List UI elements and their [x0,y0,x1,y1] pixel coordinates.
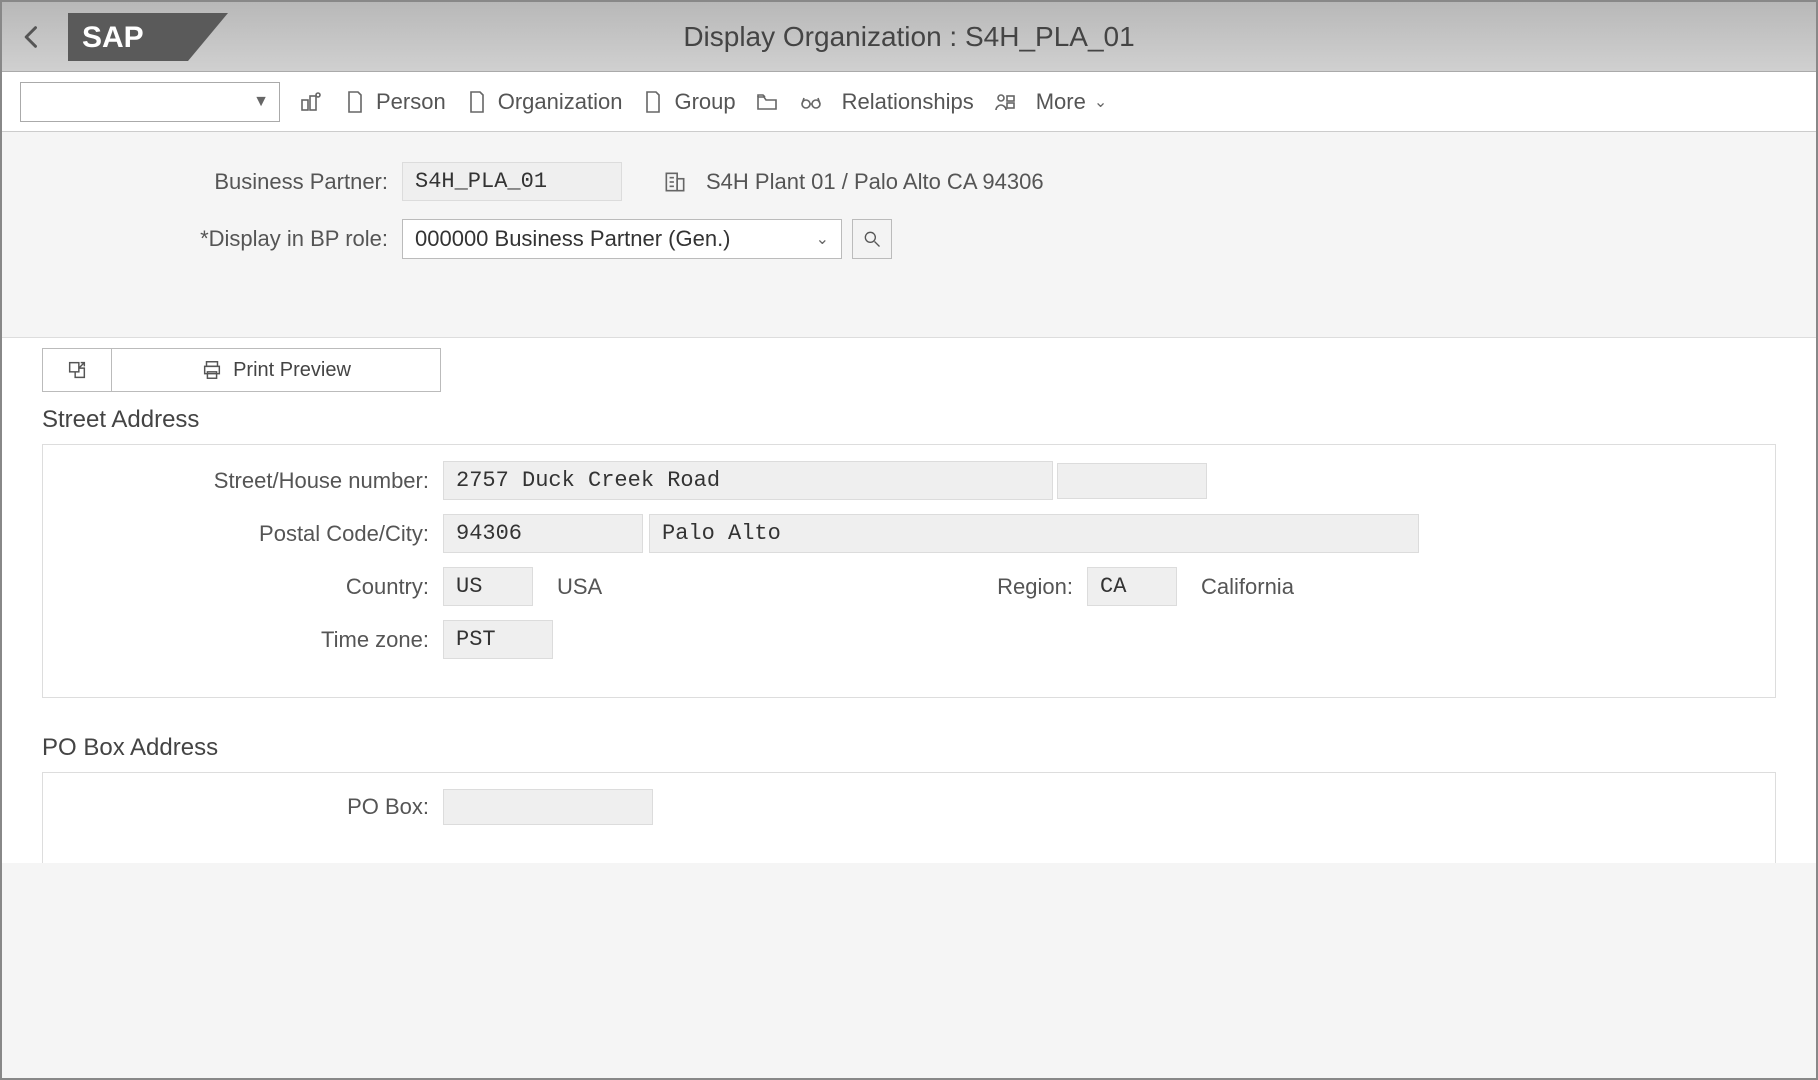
house-number-value [1057,463,1207,499]
person-label: Person [376,89,446,115]
organization-button[interactable]: Organization [464,89,623,115]
relationships-label: Relationships [842,89,974,115]
street-address-title: Street Address [2,398,1816,444]
check-button[interactable] [798,89,824,115]
toolbar: ▼ Person Organization Group [2,72,1816,132]
print-preview-button[interactable]: Print Preview [111,348,441,392]
country-name: USA [557,574,977,600]
postal-value: 94306 [443,514,643,553]
sap-logo: SAP [62,13,234,61]
page-icon [464,89,490,115]
pobox-label: PO Box: [63,794,443,820]
open-folder-icon [754,89,780,115]
region-name: California [1201,574,1294,600]
header-area: Business Partner: S4H_PLA_01 S4H Plant 0… [2,132,1816,338]
timezone-value: PST [443,620,553,659]
chevron-down-icon: ⌄ [1094,92,1107,112]
postal-row: Postal Code/City: 94306 Palo Alto [63,514,1755,553]
person-button[interactable]: Person [342,89,446,115]
bp-label: Business Partner: [42,169,402,195]
street-label: Street/House number: [63,468,443,494]
pobox-value [443,789,653,825]
org-icon [662,169,688,195]
bp-description: S4H Plant 01 / Palo Alto CA 94306 [706,169,1044,195]
back-button[interactable] [2,2,62,72]
timezone-label: Time zone: [63,627,443,653]
expand-button[interactable] [42,348,112,392]
region-code: CA [1087,567,1177,606]
role-value: 000000 Business Partner (Gen.) [415,226,731,252]
bp-value: S4H_PLA_01 [402,162,622,201]
city-value: Palo Alto [649,514,1419,553]
organization-label: Organization [498,89,623,115]
user-settings-icon [992,89,1018,115]
street-value: 2757 Duck Creek Road [443,461,1053,500]
role-select[interactable]: 000000 Business Partner (Gen.) ⌄ [402,219,842,259]
country-code: US [443,567,533,606]
page-icon [640,89,666,115]
locator-button[interactable] [298,89,324,115]
street-row: Street/House number: 2757 Duck Creek Roa… [63,461,1755,500]
timezone-row: Time zone: PST [63,620,1755,659]
pobox-title: PO Box Address [2,726,1816,772]
open-button[interactable] [754,89,780,115]
locator-icon [298,89,324,115]
relationships-button[interactable]: Relationships [842,89,974,115]
country-label: Country: [63,574,443,600]
pobox-row: PO Box: [63,789,1755,825]
more-button[interactable]: More ⌄ [1036,89,1108,115]
svg-text:SAP: SAP [82,21,144,54]
chevron-down-icon: ⌄ [816,229,829,249]
page-icon [342,89,368,115]
switch-button[interactable] [992,89,1018,115]
bp-row: Business Partner: S4H_PLA_01 S4H Plant 0… [42,162,1776,201]
street-address-group: Street/House number: 2757 Duck Creek Roa… [42,444,1776,698]
printer-icon [201,359,223,381]
print-preview-label: Print Preview [233,359,351,382]
page-title: Display Organization : S4H_PLA_01 [2,21,1816,53]
region-label: Region: [977,574,1087,600]
postal-label: Postal Code/City: [63,521,443,547]
role-row: *Display in BP role: 000000 Business Par… [42,219,1776,259]
group-label: Group [674,89,735,115]
role-label: *Display in BP role: [42,226,402,252]
titlebar: SAP Display Organization : S4H_PLA_01 [2,2,1816,72]
app-window: SAP Display Organization : S4H_PLA_01 ▼ … [0,0,1818,1080]
action-row: Print Preview [2,338,1816,398]
role-search-button[interactable] [852,219,892,259]
chevron-down-icon: ▼ [253,93,269,111]
detail-area: Print Preview Street Address Street/Hous… [2,338,1816,863]
command-dropdown[interactable]: ▼ [20,82,280,122]
glasses-icon [798,89,824,115]
more-label: More [1036,89,1086,115]
pobox-group: PO Box: [42,772,1776,863]
group-button[interactable]: Group [640,89,735,115]
country-row: Country: US USA Region: CA California [63,567,1755,606]
